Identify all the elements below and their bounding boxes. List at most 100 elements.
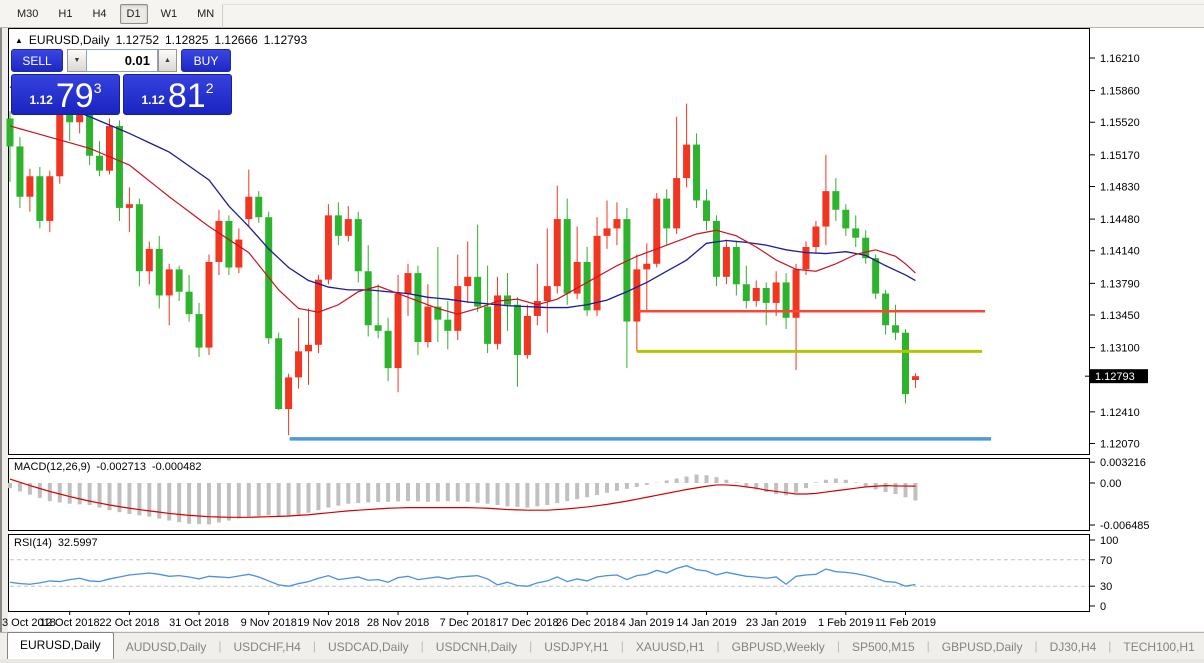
timeframe-button-h1[interactable]: H1 [51, 4, 79, 24]
date-axis-label: 23 Jan 2019 [746, 617, 807, 629]
macd-main-value: -0.002713 [96, 461, 146, 473]
timeframe-toolbar: M30 H1 H4 D1 W1 MN [0, 0, 1204, 28]
date-axis-label: 4 Jan 2019 [620, 617, 674, 629]
tab-gbpusd-daily[interactable]: GBPUSD,Daily [930, 635, 1035, 659]
price-axis-label: 1.14480 [1100, 214, 1140, 226]
sell-price-digits: 79 [55, 77, 94, 115]
macd-indicator-label: MACD(12,26,9) -0.002713 -0.000482 [14, 461, 202, 473]
sell-price-box[interactable]: 1.12 79 3 [11, 74, 120, 115]
sell-price-prefix: 1.12 [29, 93, 53, 107]
date-axis-label: 7 Dec 2018 [440, 617, 496, 629]
price-axis-label: 1.14140 [1100, 246, 1140, 258]
tab-audusd-daily[interactable]: AUDUSD,Daily [114, 635, 219, 659]
date-axis-label: 17 Dec 2018 [496, 617, 558, 629]
date-axis-label: 31 Oct 2018 [169, 617, 229, 629]
buy-price-pipette: 2 [205, 80, 214, 96]
date-axis-label: 26 Dec 2018 [556, 617, 618, 629]
timeframe-button-m30[interactable]: M30 [10, 4, 45, 24]
tab-usdchf-h4[interactable]: USDCHF,H4 [222, 635, 313, 659]
price-axis-label: 1.13100 [1100, 343, 1140, 355]
sell-price-pipette: 3 [93, 80, 102, 96]
date-axis-label: 9 Nov 2018 [241, 617, 297, 629]
chart-background [8, 28, 1204, 631]
tab-sp500-m15[interactable]: SP500,M15 [840, 635, 927, 659]
candlestick[interactable] [324, 204, 332, 285]
ohlc-open: 1.12752 [115, 33, 159, 47]
candlestick[interactable] [902, 328, 909, 404]
ohlc-low: 1.12666 [214, 33, 258, 47]
rsi-axis-label: 70 [1100, 555, 1112, 567]
buy-price-box[interactable]: 1.12 81 2 [123, 74, 232, 115]
ohlc-high: 1.12825 [165, 33, 209, 47]
one-click-trading-panel: SELL ▼ 0.01 ▲ BUY 1.12 79 3 1.12 81 2 [11, 49, 235, 115]
tab-usdjpy-h1[interactable]: USDJPY,H1 [532, 635, 620, 659]
chevron-down-icon: ▼ [73, 57, 81, 64]
timeframe-button-d1[interactable]: D1 [119, 3, 148, 24]
current-price-label: 1.12793 [1095, 371, 1135, 383]
date-axis-label: 28 Nov 2018 [367, 617, 429, 629]
date-axis-label: 22 Oct 2018 [99, 617, 159, 629]
rsi-indicator-label: RSI(14) 32.5997 [14, 537, 98, 549]
candlestick[interactable] [693, 133, 701, 208]
tab-eurusd-daily[interactable]: EURUSD,Daily [7, 632, 114, 659]
tab-dj30-h4[interactable]: DJ30,H4 [1038, 635, 1109, 659]
toolbar-divider-line [222, 4, 1204, 5]
candlestick[interactable] [275, 332, 283, 410]
rsi-name: RSI(14) [14, 537, 52, 549]
timeframe-button-mn[interactable]: MN [190, 4, 221, 24]
candlestick[interactable] [205, 254, 213, 356]
chart-symbol-header: ▲ EURUSD,Daily 1.12752 1.12825 1.12666 1… [15, 33, 307, 47]
rsi-axis-label: 100 [1100, 535, 1118, 547]
chart-tabs-bar: EURUSD,Daily AUDUSD,Daily | USDCHF,H4 | USDCA… [0, 632, 1204, 659]
buy-button[interactable]: BUY [181, 49, 231, 72]
tab-gbpusd-weekly[interactable]: GBPUSD,Weekly [720, 635, 837, 659]
chevron-up-icon: ▲ [164, 57, 171, 64]
candlestick[interactable] [314, 274, 322, 354]
tab-usdcnh-daily[interactable]: USDCNH,Daily [424, 635, 529, 659]
price-axis-label: 1.14830 [1100, 181, 1140, 193]
ohlc-close: 1.12793 [263, 33, 308, 47]
date-axis-label: 1 Feb 2019 [818, 617, 874, 629]
tab-usdcad-daily[interactable]: USDCAD,Daily [316, 635, 421, 659]
volume-increase-button[interactable]: ▲ [158, 49, 177, 72]
tab-xauusd-h1[interactable]: XAUUSD,H1 [624, 635, 717, 659]
macd-signal-value: -0.000482 [151, 461, 202, 473]
date-axis-label: 14 Jan 2019 [676, 617, 737, 629]
candlestick[interactable] [115, 120, 123, 221]
price-axis-label: 1.15520 [1100, 117, 1140, 129]
candlestick[interactable] [653, 193, 661, 268]
symbol-name: EURUSD,Daily [28, 33, 110, 47]
timeframe-button-w1[interactable]: W1 [154, 4, 185, 24]
volume-decrease-button[interactable]: ▼ [67, 49, 86, 72]
candlestick[interactable] [56, 105, 64, 184]
toolbar-separator [222, 5, 223, 28]
date-axis-label: 11 Feb 2019 [875, 617, 936, 629]
price-axis-label: 1.12410 [1100, 407, 1140, 419]
rsi-axis-label: 30 [1100, 581, 1112, 593]
price-axis-label: 1.13450 [1100, 310, 1140, 322]
candlestick[interactable] [712, 215, 720, 287]
macd-name: MACD(12,26,9) [14, 461, 91, 473]
macd-axis-label: -0.006485 [1100, 520, 1150, 532]
price-axis-label: 1.15170 [1100, 150, 1140, 162]
date-axis-label: 19 Nov 2018 [297, 617, 359, 629]
tab-tech100-h1[interactable]: TECH100,H1 [1111, 635, 1204, 659]
buy-price-prefix: 1.12 [141, 93, 165, 107]
macd-axis-label: 0.003216 [1100, 457, 1146, 469]
candlestick[interactable] [414, 265, 422, 356]
candlestick[interactable] [106, 118, 113, 175]
candlestick[interactable] [225, 215, 233, 275]
buy-price-digits: 81 [167, 77, 206, 115]
date-axis-label: 12 Oct 2018 [40, 617, 100, 629]
price-axis-label: 1.15860 [1100, 86, 1140, 98]
collapse-arrow-icon[interactable]: ▲ [15, 36, 23, 45]
rsi-value: 32.5997 [57, 537, 98, 549]
price-axis-label: 1.16210 [1100, 53, 1140, 65]
window-left-edge [0, 28, 2, 659]
rsi-axis-label: 0 [1100, 601, 1106, 613]
window-bottom-strip [0, 659, 1204, 663]
sell-button[interactable]: SELL [11, 49, 63, 72]
volume-input[interactable]: 0.01 [86, 49, 158, 72]
timeframe-button-h4[interactable]: H4 [85, 4, 113, 24]
macd-axis-label: 0.00 [1100, 478, 1121, 490]
